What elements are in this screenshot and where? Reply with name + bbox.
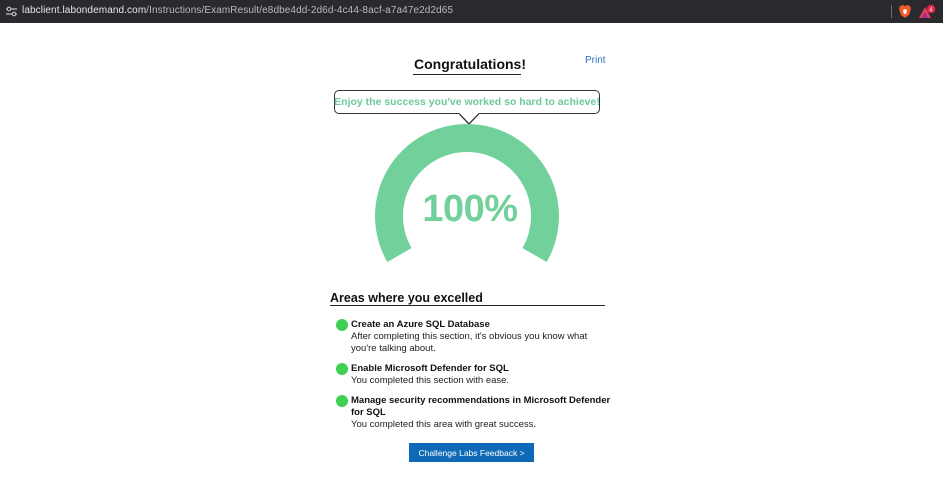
- encouragement-message: Enjoy the success you've worked so hard …: [334, 96, 600, 108]
- brave-rewards-icon[interactable]: 4: [918, 4, 936, 20]
- area-description: You completed this section with ease.: [351, 375, 510, 386]
- url-path: /Instructions/ExamResult/e8dbe4dd-2d6d-4…: [146, 5, 454, 16]
- score-value: 100%: [422, 188, 518, 230]
- challenge-labs-feedback-button[interactable]: Challenge Labs Feedback >: [409, 443, 534, 462]
- url-host: labclient.labondemand.com: [22, 5, 147, 16]
- brave-shields-icon[interactable]: [898, 4, 912, 19]
- area-name: Manage security recommendations in Micro…: [351, 395, 611, 418]
- status-dot-icon: [336, 395, 348, 407]
- areas-heading: Areas where you excelled: [330, 291, 483, 305]
- page-title: Congratulations!: [414, 56, 526, 72]
- area-name: Enable Microsoft Defender for SQL: [351, 363, 509, 374]
- areas-underline: [330, 305, 605, 306]
- site-settings-icon[interactable]: [5, 5, 18, 18]
- url-field[interactable]: labclient.labondemand.com/Instructions/E…: [22, 5, 453, 16]
- status-dot-icon: [336, 319, 348, 331]
- toolbar-divider: [891, 5, 892, 18]
- status-dot-icon: [336, 363, 348, 375]
- area-name: Create an Azure SQL Database: [351, 319, 490, 330]
- encouragement-bubble: Enjoy the success you've worked so hard …: [334, 90, 600, 114]
- area-description: After completing this section, it's obvi…: [351, 331, 588, 354]
- title-underline: [413, 74, 521, 75]
- print-link[interactable]: Print: [585, 55, 606, 66]
- browser-address-bar: labclient.labondemand.com/Instructions/E…: [0, 0, 943, 23]
- area-description: You completed this area with great succe…: [351, 419, 536, 430]
